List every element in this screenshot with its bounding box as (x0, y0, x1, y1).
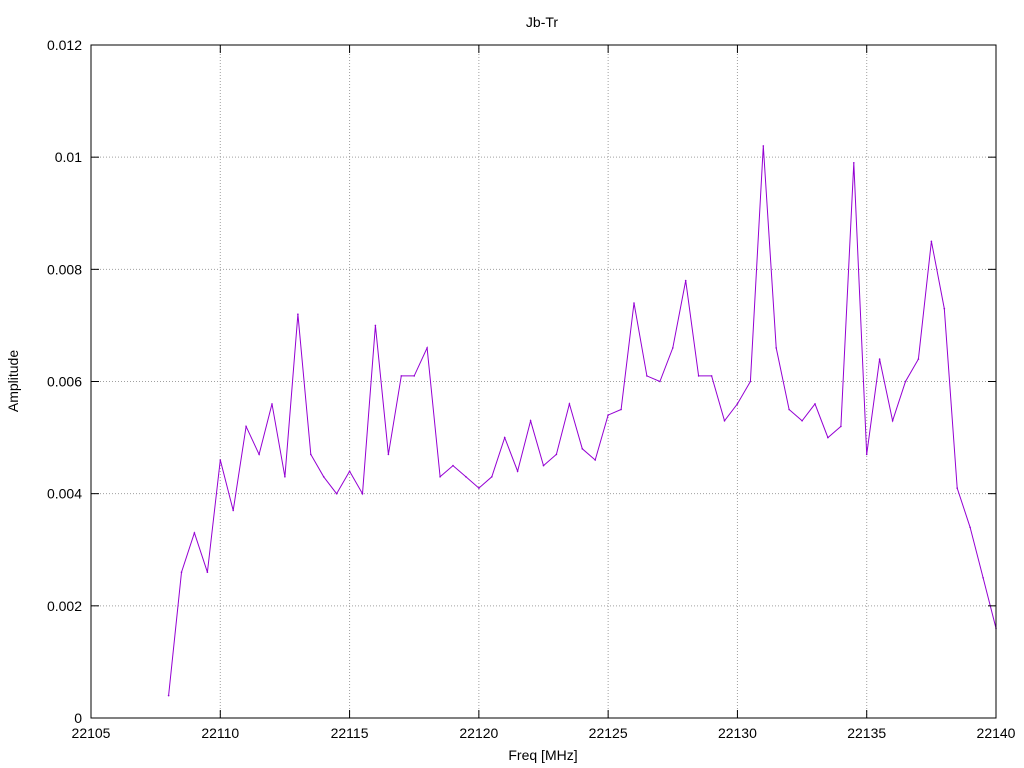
data-point (775, 347, 777, 349)
data-point (904, 380, 907, 383)
data-point (684, 279, 687, 282)
x-tick-label: 22110 (201, 725, 239, 741)
data-point (736, 403, 739, 405)
data-point (917, 358, 920, 360)
data-point (271, 403, 273, 405)
series-line (168, 145, 997, 696)
data-point (827, 436, 829, 439)
y-tick-label: 0.008 (47, 261, 82, 277)
x-tick-label: 22105 (72, 725, 111, 741)
data-point (568, 403, 571, 405)
data-point (943, 307, 946, 310)
data-point (413, 375, 416, 377)
x-tick-label: 22115 (331, 725, 369, 741)
data-point (284, 476, 286, 478)
data-point (788, 408, 790, 411)
y-tick-label: 0.004 (47, 486, 82, 502)
data-point (180, 571, 183, 573)
data-point (555, 453, 558, 456)
data-point (749, 380, 752, 383)
data-point (503, 436, 506, 439)
data-point (723, 420, 726, 422)
data-point (865, 453, 868, 456)
data-point (529, 420, 532, 422)
data-point (620, 408, 622, 411)
data-point (387, 453, 390, 456)
data-point (439, 476, 441, 478)
data-point (594, 459, 596, 461)
data-point (400, 375, 403, 377)
data-point (542, 464, 545, 467)
y-tick-label: 0.012 (47, 37, 82, 53)
x-tick-label: 22120 (459, 725, 498, 741)
y-tick-label: 0.01 (55, 149, 82, 165)
data-point (167, 694, 170, 697)
y-tick-label: 0.002 (47, 598, 82, 614)
chart-title: Jb-Tr (526, 14, 558, 30)
data-point (361, 492, 364, 495)
series-layer (167, 145, 997, 697)
chart: 22105 22110 22115 22120 22125 22130 22135 22140… (5, 14, 1016, 763)
data-point (956, 487, 958, 489)
data-point (232, 509, 234, 512)
data-point (633, 302, 635, 304)
data-point (426, 347, 428, 349)
data-point (607, 414, 609, 416)
x-tick-label: 22140 (977, 725, 1016, 741)
data-point (891, 420, 894, 422)
y-tick-label: 0.006 (47, 374, 82, 390)
x-axis-label: Freq [MHz] (508, 747, 577, 763)
data-point (930, 240, 933, 243)
data-point (581, 448, 584, 450)
data-point (374, 324, 377, 327)
data-point (245, 425, 247, 428)
data-point (840, 425, 842, 428)
data-point (697, 375, 700, 377)
data-point (672, 347, 674, 349)
data-point (206, 571, 209, 573)
data-point (646, 375, 648, 377)
data-point (193, 532, 196, 534)
axis-ticks: 22105 22110 22115 22120 22125 22130 22135 22140… (47, 37, 1016, 741)
x-tick-label: 22125 (589, 725, 628, 741)
data-point (969, 526, 971, 529)
data-point (762, 145, 765, 147)
data-point (814, 403, 816, 405)
data-point (853, 162, 855, 164)
x-tick-label: 22135 (847, 725, 886, 741)
data-point (801, 420, 803, 422)
data-point (516, 470, 519, 473)
data-point (491, 476, 493, 478)
data-point (322, 476, 325, 478)
data-point (710, 375, 713, 377)
data-point (982, 577, 984, 579)
data-point (297, 313, 299, 316)
grid (91, 45, 996, 718)
y-axis-label: Amplitude (5, 350, 21, 412)
data-point (335, 492, 338, 495)
data-point (310, 453, 312, 456)
data-point (258, 453, 260, 456)
data-point (478, 487, 480, 489)
x-tick-label: 22130 (718, 725, 757, 741)
data-point (452, 464, 454, 467)
data-point (465, 476, 467, 478)
data-point (219, 459, 222, 461)
data-point (348, 470, 351, 473)
data-point (659, 380, 661, 383)
data-point (878, 358, 881, 360)
y-tick-label: 0 (74, 710, 82, 726)
